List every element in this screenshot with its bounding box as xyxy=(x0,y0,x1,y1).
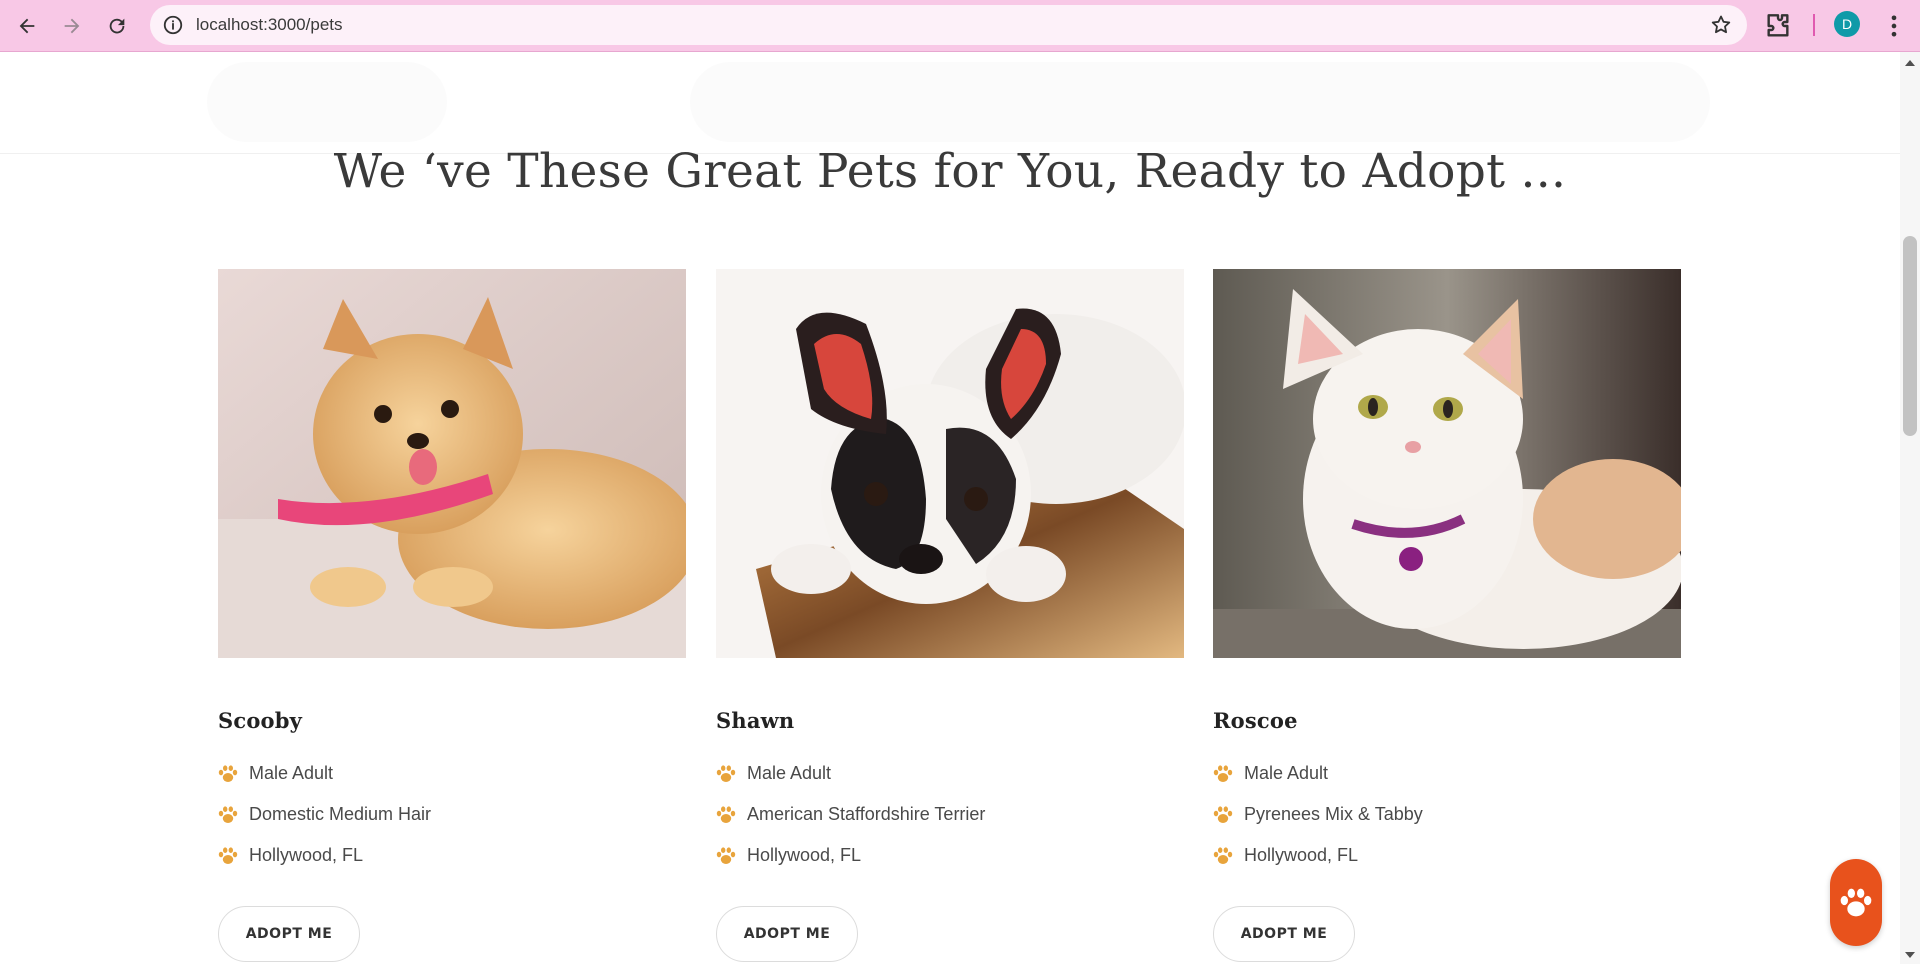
pet-card: Shawn Male Adult American Staffordshire … xyxy=(716,269,1184,962)
adopt-me-button[interactable]: ADOPT ME xyxy=(716,906,858,962)
pet-photo-roscoe[interactable] xyxy=(1213,269,1681,658)
page-viewport: We ‘ve These Great Pets for You, Ready t… xyxy=(0,52,1900,964)
forward-button[interactable] xyxy=(54,8,90,44)
url-text: localhost:3000/pets xyxy=(196,15,343,34)
pet-name: Scooby xyxy=(218,708,303,733)
paw-icon xyxy=(1213,805,1233,823)
reload-button[interactable] xyxy=(99,8,135,44)
header-nav-placeholder xyxy=(690,62,1710,142)
pet-fact-text: Male Adult xyxy=(747,763,832,783)
extensions-puzzle-icon[interactable] xyxy=(1762,10,1794,42)
browser-toolbar: localhost:3000/pets D xyxy=(0,0,1920,52)
white-cat-image xyxy=(1213,269,1681,658)
pet-fact-text: Pyrenees Mix & Tabby xyxy=(1244,804,1423,824)
pet-photo-shawn[interactable] xyxy=(716,269,1184,658)
pet-fact-item: American Staffordshire Terrier xyxy=(716,794,1184,835)
adopt-me-button[interactable]: ADOPT ME xyxy=(218,906,360,962)
toolbar-divider xyxy=(1813,14,1815,36)
pet-photo-scooby[interactable] xyxy=(218,269,686,658)
pet-fact-text: Male Adult xyxy=(249,763,334,783)
pet-name: Roscoe xyxy=(1213,708,1298,733)
paw-icon xyxy=(218,805,238,823)
site-header-faded xyxy=(0,52,1900,154)
pet-fact-item: Hollywood, FL xyxy=(716,835,1184,876)
pet-name: Shawn xyxy=(716,708,795,733)
pet-fact-item: Hollywood, FL xyxy=(1213,835,1681,876)
pet-fact-item: Hollywood, FL xyxy=(218,835,686,876)
pet-fact-text: American Staffordshire Terrier xyxy=(747,804,986,824)
pet-fact-text: Hollywood, FL xyxy=(1244,845,1359,865)
adopt-me-button[interactable]: ADOPT ME xyxy=(1213,906,1355,962)
scroll-down-arrow-icon[interactable] xyxy=(1905,952,1915,958)
pet-fact-item: Male Adult xyxy=(716,753,1184,794)
paw-icon xyxy=(1213,846,1233,864)
paw-icon xyxy=(716,846,736,864)
pet-fact-item: Pyrenees Mix & Tabby xyxy=(1213,794,1681,835)
pet-card: Roscoe Male Adult Pyrenees Mix & Tabby H… xyxy=(1213,269,1681,962)
french-bulldog-image xyxy=(716,269,1184,658)
pet-fact-text: Hollywood, FL xyxy=(747,845,862,865)
pet-fact-text: Male Adult xyxy=(1244,763,1329,783)
pet-facts-list: Male Adult Domestic Medium Hair Hollywoo… xyxy=(218,753,686,876)
header-logo-placeholder xyxy=(207,62,447,142)
pet-fact-text: Hollywood, FL xyxy=(249,845,364,865)
paw-icon xyxy=(716,764,736,782)
paw-icon xyxy=(716,805,736,823)
reload-icon xyxy=(109,18,125,34)
paw-icon xyxy=(218,764,238,782)
page-scrollbar[interactable] xyxy=(1900,52,1920,964)
pet-fact-item: Male Adult xyxy=(1213,753,1681,794)
paw-icon xyxy=(218,846,238,864)
address-bar[interactable]: localhost:3000/pets xyxy=(150,5,1747,45)
back-button[interactable] xyxy=(9,8,45,44)
bookmark-star-icon[interactable] xyxy=(1709,13,1733,37)
pet-fact-item: Domestic Medium Hair xyxy=(218,794,686,835)
section-headline: We ‘ve These Great Pets for You, Ready t… xyxy=(333,144,1567,199)
paw-icon xyxy=(1840,888,1872,916)
pet-card: Scooby Male Adult Domestic Medium Hair H… xyxy=(218,269,686,962)
paw-icon xyxy=(1213,764,1233,782)
arrow-right-icon xyxy=(64,18,80,34)
floating-paw-button[interactable] xyxy=(1830,859,1882,946)
pomeranian-image xyxy=(218,269,686,658)
arrow-left-icon xyxy=(19,18,35,34)
more-menu-icon[interactable] xyxy=(1880,10,1908,42)
pet-facts-list: Male Adult American Staffordshire Terrie… xyxy=(716,753,1184,876)
pet-facts-list: Male Adult Pyrenees Mix & Tabby Hollywoo… xyxy=(1213,753,1681,876)
profile-avatar[interactable]: D xyxy=(1834,11,1860,37)
scroll-up-arrow-icon[interactable] xyxy=(1905,60,1915,66)
scrollbar-thumb[interactable] xyxy=(1903,236,1917,436)
pet-fact-item: Male Adult xyxy=(218,753,686,794)
pet-fact-text: Domestic Medium Hair xyxy=(249,804,432,824)
site-info-icon[interactable] xyxy=(162,14,184,36)
